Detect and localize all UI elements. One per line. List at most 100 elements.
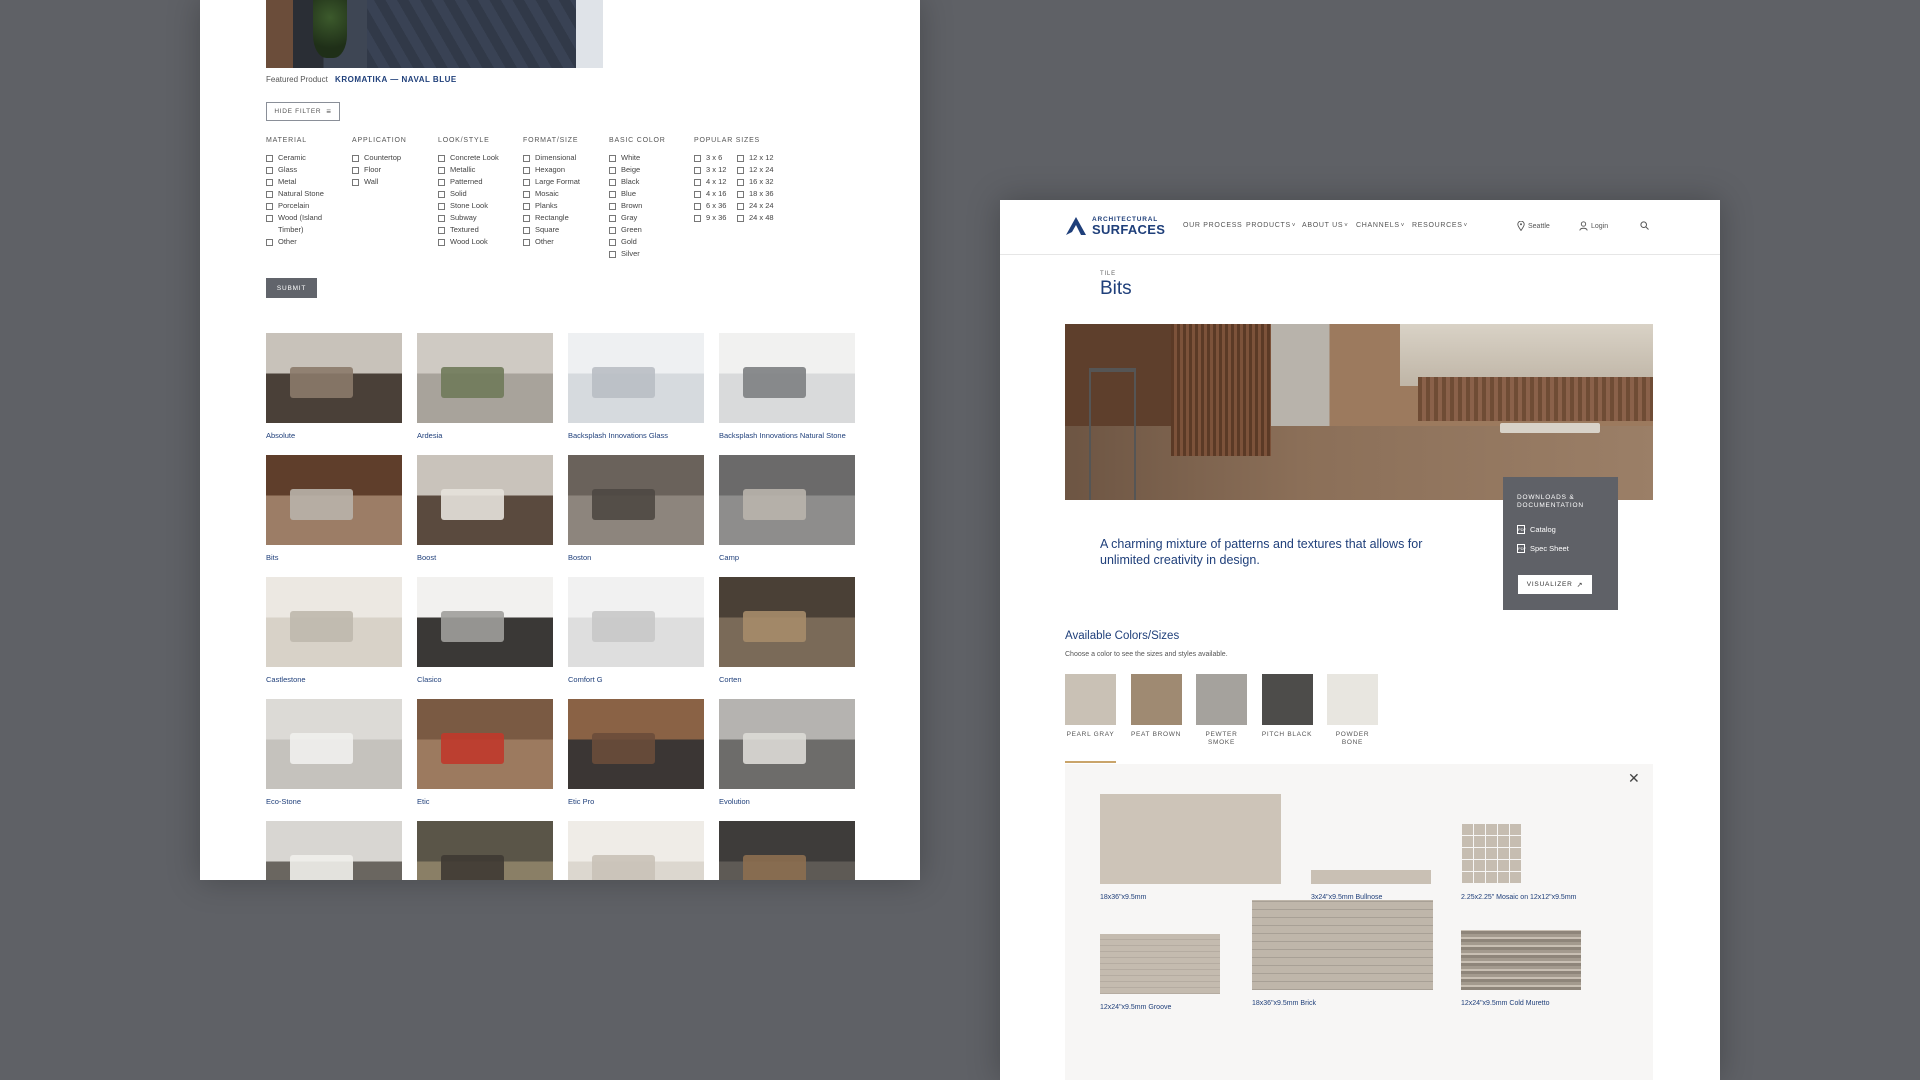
filter-option[interactable]: Dimensional (523, 152, 609, 164)
product-card[interactable]: Absolute (266, 333, 402, 440)
size-tile-image[interactable] (1252, 900, 1433, 990)
product-name[interactable]: Evolution (719, 797, 855, 806)
checkbox[interactable] (609, 191, 616, 198)
filter-option[interactable]: Gold (609, 236, 695, 248)
product-thumbnail[interactable] (417, 455, 553, 545)
product-thumbnail[interactable] (417, 699, 553, 789)
checkbox[interactable] (737, 167, 744, 174)
checkbox[interactable] (438, 155, 445, 162)
swatch-chip[interactable] (1327, 674, 1378, 725)
color-swatch[interactable]: PEWTER SMOKE (1196, 674, 1247, 747)
product-name[interactable]: Camp (719, 553, 855, 562)
checkbox[interactable] (438, 191, 445, 198)
filter-option[interactable]: Patterned (438, 176, 524, 188)
product-card[interactable] (719, 821, 855, 880)
filter-option[interactable]: 24 x 48 (737, 212, 780, 224)
checkbox[interactable] (609, 167, 616, 174)
filter-option[interactable]: Concrete Look (438, 152, 524, 164)
product-thumbnail[interactable] (266, 577, 402, 667)
product-name[interactable]: Backsplash Innovations Glass (568, 431, 704, 440)
checkbox[interactable] (266, 203, 273, 210)
filter-option[interactable]: Blue (609, 188, 695, 200)
filter-option[interactable]: Hexagon (523, 164, 609, 176)
checkbox[interactable] (694, 191, 701, 198)
site-logo[interactable]: ARCHITECTURAL SURFACES (1064, 215, 1165, 237)
filter-option[interactable]: Metallic (438, 164, 524, 176)
product-thumbnail[interactable] (266, 821, 402, 880)
filter-option[interactable]: 4 x 16 (694, 188, 737, 200)
color-swatch[interactable]: PEAT BROWN (1130, 674, 1182, 739)
catalog-link[interactable]: PDF Catalog (1517, 525, 1556, 534)
search-button[interactable] (1640, 221, 1649, 230)
checkbox[interactable] (438, 215, 445, 222)
color-swatch[interactable]: POWDER BONE (1327, 674, 1378, 747)
product-card[interactable] (266, 821, 402, 880)
filter-option[interactable]: Glass (266, 164, 352, 176)
location-selector[interactable]: Seattle (1517, 221, 1550, 231)
filter-option[interactable]: 3 x 6 (694, 152, 737, 164)
product-thumbnail[interactable] (719, 333, 855, 423)
filter-option[interactable]: Other (266, 236, 352, 248)
swatch-chip[interactable] (1261, 674, 1313, 725)
size-tile-image[interactable] (1461, 824, 1521, 884)
filter-option[interactable]: Wood (Island Timber) (266, 212, 352, 236)
checkbox[interactable] (352, 179, 359, 186)
hide-filter-button[interactable]: HIDE FILTER ≡ (266, 102, 340, 121)
filter-option[interactable]: Floor (352, 164, 438, 176)
product-name[interactable]: Ardesia (417, 431, 553, 440)
checkbox[interactable] (438, 179, 445, 186)
checkbox[interactable] (737, 155, 744, 162)
filter-option[interactable]: Black (609, 176, 695, 188)
checkbox[interactable] (523, 203, 530, 210)
product-card[interactable]: Evolution (719, 699, 855, 806)
product-card[interactable]: Camp (719, 455, 855, 562)
filter-option[interactable]: Natural Stone (266, 188, 352, 200)
swatch-chip[interactable] (1130, 674, 1182, 725)
checkbox[interactable] (352, 167, 359, 174)
product-name[interactable]: Clasico (417, 675, 553, 684)
filter-option[interactable]: Subway (438, 212, 524, 224)
product-name[interactable]: Castlestone (266, 675, 402, 684)
filter-option[interactable]: 9 x 36 (694, 212, 737, 224)
checkbox[interactable] (694, 179, 701, 186)
checkbox[interactable] (266, 179, 273, 186)
checkbox[interactable] (694, 155, 701, 162)
checkbox[interactable] (523, 239, 530, 246)
product-thumbnail[interactable] (417, 821, 553, 880)
checkbox[interactable] (694, 215, 701, 222)
product-thumbnail[interactable] (417, 577, 553, 667)
checkbox[interactable] (737, 179, 744, 186)
filter-option[interactable]: Solid (438, 188, 524, 200)
filter-option[interactable]: Green (609, 224, 695, 236)
filter-option[interactable]: 16 x 32 (737, 176, 780, 188)
product-thumbnail[interactable] (719, 821, 855, 880)
checkbox[interactable] (523, 167, 530, 174)
filter-option[interactable]: Ceramic (266, 152, 352, 164)
product-card[interactable]: Bits (266, 455, 402, 562)
swatch-chip[interactable] (1196, 674, 1247, 725)
product-name[interactable]: Eco-Stone (266, 797, 402, 806)
checkbox[interactable] (523, 155, 530, 162)
product-card[interactable]: Comfort G (568, 577, 704, 684)
filter-option[interactable]: 12 x 24 (737, 164, 780, 176)
spec-sheet-link[interactable]: PDF Spec Sheet (1517, 544, 1569, 553)
product-thumbnail[interactable] (568, 699, 704, 789)
filter-option[interactable]: Brown (609, 200, 695, 212)
size-tile-image[interactable] (1100, 794, 1281, 884)
filter-option[interactable]: 4 x 12 (694, 176, 737, 188)
product-thumbnail[interactable] (719, 699, 855, 789)
featured-product-link[interactable]: KROMATIKA — NAVAL BLUE (335, 75, 457, 84)
submit-button[interactable]: SUBMIT (266, 278, 317, 298)
checkbox[interactable] (438, 203, 445, 210)
product-card[interactable]: Backsplash Innovations Glass (568, 333, 704, 440)
size-tile-image[interactable] (1311, 870, 1431, 884)
swatch-chip[interactable] (1065, 674, 1116, 725)
product-name[interactable]: Corten (719, 675, 855, 684)
checkbox[interactable] (352, 155, 359, 162)
filter-option[interactable]: Large Format (523, 176, 609, 188)
filter-option[interactable]: 18 x 36 (737, 188, 780, 200)
product-card[interactable]: Corten (719, 577, 855, 684)
checkbox[interactable] (523, 191, 530, 198)
product-thumbnail[interactable] (417, 333, 553, 423)
checkbox[interactable] (737, 191, 744, 198)
